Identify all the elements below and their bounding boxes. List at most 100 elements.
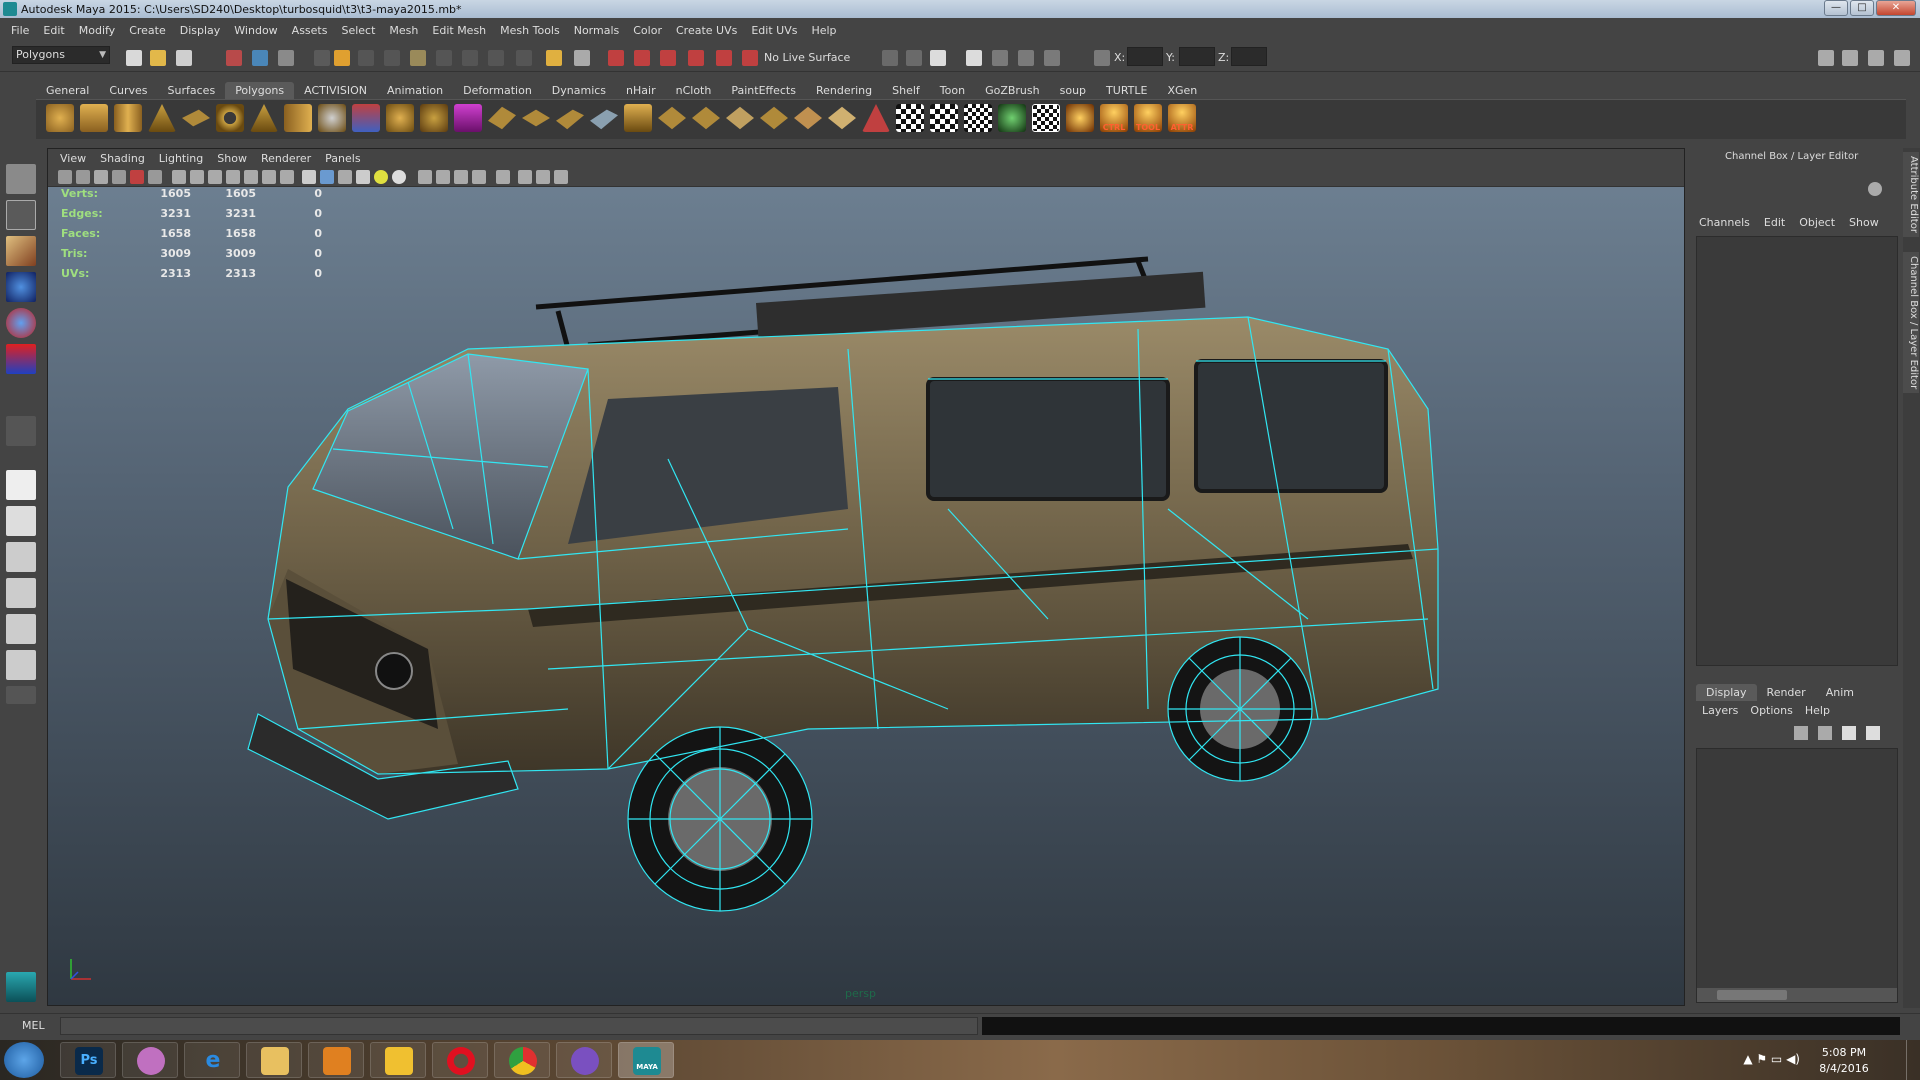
grease-pencil-icon[interactable] — [148, 170, 162, 184]
render-view-icon[interactable] — [930, 50, 946, 66]
field-chart-icon[interactable] — [244, 170, 258, 184]
attr-button-icon[interactable]: ATTR — [1168, 104, 1196, 132]
taskbar-maya[interactable]: MAYA — [618, 1042, 674, 1078]
xray-icon[interactable] — [518, 170, 532, 184]
multi-cut-icon[interactable] — [760, 106, 788, 130]
select-by-handle-icon[interactable] — [314, 50, 330, 66]
safe-action-icon[interactable] — [262, 170, 276, 184]
vp-menu-view[interactable]: View — [53, 152, 93, 165]
bridge-icon[interactable] — [522, 109, 550, 127]
scroll-thumb[interactable] — [1717, 990, 1787, 1000]
taskbar-app-2[interactable] — [122, 1042, 178, 1078]
hypershade-icon[interactable] — [1044, 50, 1060, 66]
tab-toon[interactable]: Toon — [930, 82, 975, 99]
z-field[interactable] — [1231, 47, 1267, 66]
layer-menu-help[interactable]: Help — [1799, 704, 1836, 717]
safe-title-icon[interactable] — [280, 170, 294, 184]
cb-menu-show[interactable]: Show — [1842, 216, 1886, 234]
script-language-label[interactable]: MEL — [22, 1019, 45, 1032]
bevel-icon[interactable] — [624, 104, 652, 132]
isolate-select-icon[interactable] — [496, 170, 510, 184]
layer-menu-layers[interactable]: Layers — [1696, 704, 1744, 717]
planar-mapping-icon[interactable] — [794, 106, 822, 130]
select-object-icon[interactable] — [252, 50, 268, 66]
make-live-icon[interactable] — [716, 50, 732, 66]
snap-curve-icon[interactable] — [634, 50, 650, 66]
menu-assets[interactable]: Assets — [285, 24, 335, 37]
magnet-icon[interactable] — [742, 50, 758, 66]
taskbar-viber[interactable] — [556, 1042, 612, 1078]
layer-menu-options[interactable]: Options — [1744, 704, 1798, 717]
ipr-render-icon[interactable] — [992, 50, 1008, 66]
gate-mask-icon[interactable] — [226, 170, 240, 184]
wireframe-on-shaded-icon[interactable] — [338, 170, 352, 184]
poly-pipe-icon[interactable] — [284, 104, 312, 132]
minimize-button[interactable]: — — [1824, 0, 1848, 16]
new-layer-from-selection-icon[interactable] — [1866, 726, 1880, 740]
lock-selection-icon[interactable] — [546, 50, 562, 66]
tab-dynamics[interactable]: Dynamics — [542, 82, 616, 99]
cb-menu-edit[interactable]: Edit — [1757, 216, 1792, 234]
menu-normals[interactable]: Normals — [567, 24, 627, 37]
van-model[interactable] — [48, 149, 1685, 1006]
motion-blur-icon[interactable] — [436, 170, 450, 184]
graph-layout-icon[interactable] — [6, 650, 36, 680]
tab-ncloth[interactable]: nCloth — [666, 82, 722, 99]
xray-joints-icon[interactable] — [536, 170, 550, 184]
ctrl-button-icon[interactable]: CTRL — [1100, 104, 1128, 132]
script-icon[interactable] — [1066, 104, 1094, 132]
taskbar-app-6[interactable] — [370, 1042, 426, 1078]
tab-anim[interactable]: Anim — [1816, 684, 1864, 701]
merge-icon[interactable] — [658, 106, 686, 130]
modeling-toolkit-icon[interactable] — [1818, 50, 1834, 66]
wireframe-mode-icon[interactable] — [302, 170, 316, 184]
menu-set-select[interactable]: Polygons ▼ — [12, 46, 110, 64]
tool-button-icon[interactable]: TOOL — [1134, 104, 1162, 132]
single-perspective-layout-icon[interactable] — [6, 470, 36, 500]
channel-box-toggle-icon[interactable] — [1894, 50, 1910, 66]
checker-icon-1[interactable] — [896, 104, 924, 132]
checker-icon-3[interactable] — [964, 104, 992, 132]
poly-plane-icon[interactable] — [182, 109, 210, 127]
select-by-misc-icon[interactable] — [488, 50, 504, 66]
layer-list[interactable] — [1696, 748, 1898, 1003]
tab-xgen[interactable]: XGen — [1157, 82, 1207, 99]
texture-checker-icon[interactable] — [1032, 104, 1060, 132]
camera-attributes-icon[interactable] — [76, 170, 90, 184]
checker-icon-2[interactable] — [930, 104, 958, 132]
last-tool-icon[interactable] — [6, 416, 36, 446]
menu-create-uvs[interactable]: Create UVs — [669, 24, 744, 37]
channel-box-tab[interactable]: Channel Box / Layer Editor — [1903, 252, 1919, 394]
poly-cone-icon[interactable] — [148, 104, 176, 132]
soccer-ball-icon[interactable] — [318, 104, 346, 132]
new-scene-icon[interactable] — [126, 50, 142, 66]
select-camera-icon[interactable] — [58, 170, 72, 184]
taskbar-opera[interactable] — [432, 1042, 488, 1078]
select-by-dynamic-icon[interactable] — [436, 50, 452, 66]
taskbar-explorer[interactable] — [246, 1042, 302, 1078]
select-hierarchy-icon[interactable] — [226, 50, 242, 66]
image-plane-icon[interactable] — [112, 170, 126, 184]
input-output-icon[interactable] — [882, 50, 898, 66]
menu-modify[interactable]: Modify — [72, 24, 122, 37]
crease-icon[interactable] — [862, 104, 890, 132]
menu-create[interactable]: Create — [122, 24, 173, 37]
lasso-tool-icon[interactable] — [6, 200, 36, 230]
vp-menu-panels[interactable]: Panels — [318, 152, 367, 165]
tab-gozbrush[interactable]: GoZBrush — [975, 82, 1050, 99]
select-by-curve-icon[interactable] — [358, 50, 374, 66]
taskbar-chrome[interactable] — [494, 1042, 550, 1078]
system-tray-icons[interactable]: ▲ ⚑ ▭ ◀) — [1743, 1052, 1800, 1066]
scale-tool-icon[interactable] — [6, 344, 36, 374]
uv-shell-icon[interactable] — [998, 104, 1026, 132]
snap-point-icon[interactable] — [660, 50, 676, 66]
tab-animation[interactable]: Animation — [377, 82, 453, 99]
start-button[interactable] — [4, 1042, 44, 1078]
taskbar-photoshop[interactable]: Ps — [60, 1042, 116, 1078]
xray-active-icon[interactable] — [554, 170, 568, 184]
resolution-gate-icon[interactable] — [208, 170, 222, 184]
append-polygon-icon[interactable] — [556, 109, 584, 130]
transform-mode-icon[interactable] — [1094, 50, 1110, 66]
shadows-icon[interactable] — [392, 170, 406, 184]
tab-polygons[interactable]: Polygons — [225, 82, 295, 99]
